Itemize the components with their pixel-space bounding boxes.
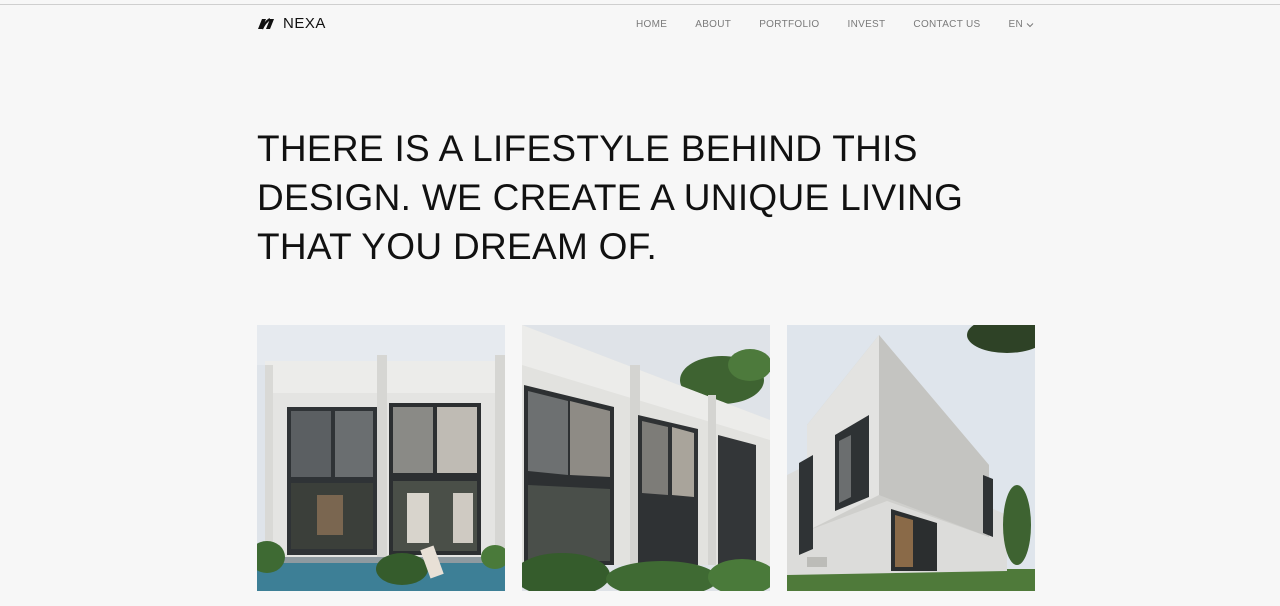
- project-image-2[interactable]: [522, 325, 770, 591]
- hero-line-2: DESIGN. WE CREATE A UNIQUE LIVING: [257, 177, 964, 218]
- project-image-3[interactable]: [787, 325, 1035, 591]
- language-label: EN: [1008, 19, 1023, 30]
- language-selector[interactable]: EN: [1009, 19, 1035, 31]
- hero-line-1: THERE IS A LIFESTYLE BEHIND THIS: [257, 128, 918, 169]
- nav-invest[interactable]: INVEST: [848, 19, 886, 31]
- nav-contact-us[interactable]: CONTACT US: [913, 19, 980, 31]
- project-image-1[interactable]: [257, 325, 505, 591]
- logo[interactable]: NEXA: [256, 16, 326, 32]
- hero-heading: THERE IS A LIFESTYLE BEHIND THIS DESIGN.…: [257, 124, 1017, 271]
- nav-about[interactable]: ABOUT: [695, 19, 731, 31]
- main-nav: HOME ABOUT PORTFOLIO INVEST CONTACT US E…: [636, 19, 1034, 31]
- nav-home[interactable]: HOME: [636, 19, 667, 31]
- nav-portfolio[interactable]: PORTFOLIO: [759, 19, 819, 31]
- hero-line-3: THAT YOU DREAM OF.: [257, 226, 658, 267]
- chevron-down-icon: [1026, 23, 1034, 28]
- logo-text: NEXA: [283, 15, 326, 32]
- site-header: NEXA HOME ABOUT PORTFOLIO INVEST CONTACT…: [0, 0, 1280, 50]
- nexa-logo-icon: [258, 18, 274, 30]
- project-gallery: [257, 325, 1035, 591]
